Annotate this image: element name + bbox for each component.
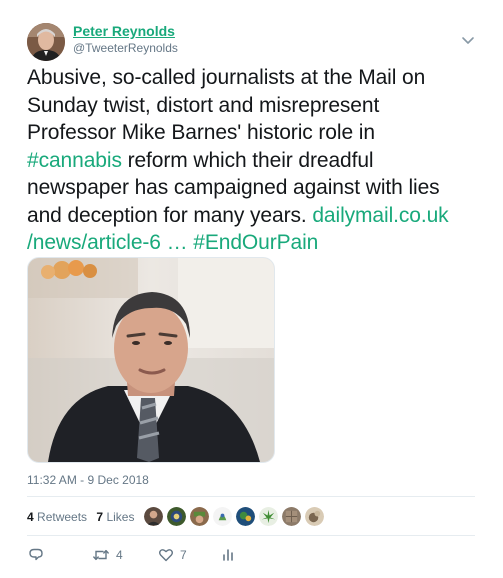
liker-avatar[interactable] — [258, 506, 279, 527]
avatar-photo — [27, 23, 65, 61]
liker-avatar[interactable] — [212, 506, 233, 527]
reply-icon — [29, 548, 43, 561]
like-button[interactable]: 7 — [158, 547, 187, 563]
liker-avatar[interactable] — [166, 506, 187, 527]
tweet-text-line: and deception for many years. — [27, 203, 313, 227]
divider — [27, 496, 475, 497]
retweets-stat[interactable]: 4 Retweets — [27, 510, 87, 524]
hashtag-endourpain[interactable]: #EndOurPain — [193, 231, 318, 254]
author-handle[interactable]: @TweeterReynolds — [73, 41, 178, 55]
tweet-text-line: reform which their dreadful — [121, 148, 374, 172]
liker-avatar[interactable] — [304, 506, 325, 527]
tweet-text-line: Professor Mike Barnes' historic role in — [27, 121, 375, 144]
chevron-down-icon[interactable] — [460, 33, 476, 45]
media-photo — [28, 258, 274, 462]
tweet-stats: 4 Retweets 7 Likes — [27, 510, 140, 524]
analytics-icon — [223, 549, 233, 561]
author-avatar[interactable] — [27, 23, 65, 61]
article-link[interactable]: dailymail.co.uk — [312, 204, 448, 227]
tweet-text-line: newspaper has campaigned against with li… — [27, 176, 440, 199]
likes-count: 7 — [96, 510, 104, 524]
tweet-text-line: Abusive, so-called journalists at the Ma… — [27, 66, 426, 89]
retweet-button[interactable]: 4 — [92, 547, 123, 563]
liker-avatar[interactable] — [235, 506, 256, 527]
retweet-icon — [93, 549, 109, 561]
author-name[interactable]: Peter Reynolds — [73, 23, 175, 39]
tweet-actions: 4 7 — [0, 544, 503, 568]
like-count: 7 — [180, 548, 187, 562]
heart-icon — [159, 549, 173, 562]
liker-avatar[interactable] — [281, 506, 302, 527]
retweet-count: 4 — [116, 548, 123, 562]
liker-avatar[interactable] — [143, 506, 164, 527]
liker-avatar[interactable] — [189, 506, 210, 527]
retweets-count: 4 — [27, 510, 34, 524]
tweet-text-line: Sunday twist, distort and misrepresent — [27, 93, 380, 117]
retweets-label: Retweets — [37, 510, 88, 524]
divider — [27, 535, 475, 536]
tweet-timestamp[interactable]: 11:32 AM - 9 Dec 2018 — [27, 473, 149, 487]
reply-button[interactable] — [28, 547, 50, 563]
hashtag-cannabis[interactable]: #cannabis — [27, 149, 122, 172]
tweet-media-image[interactable] — [27, 257, 275, 463]
tweet-text: Abusive, so-called journalists at the Ma… — [27, 64, 487, 257]
likes-stat[interactable]: 7 Likes — [96, 510, 134, 524]
likes-label: Likes — [106, 510, 135, 524]
analytics-button[interactable] — [221, 547, 235, 563]
article-link-continued[interactable]: /news/article-6 … — [27, 231, 188, 254]
